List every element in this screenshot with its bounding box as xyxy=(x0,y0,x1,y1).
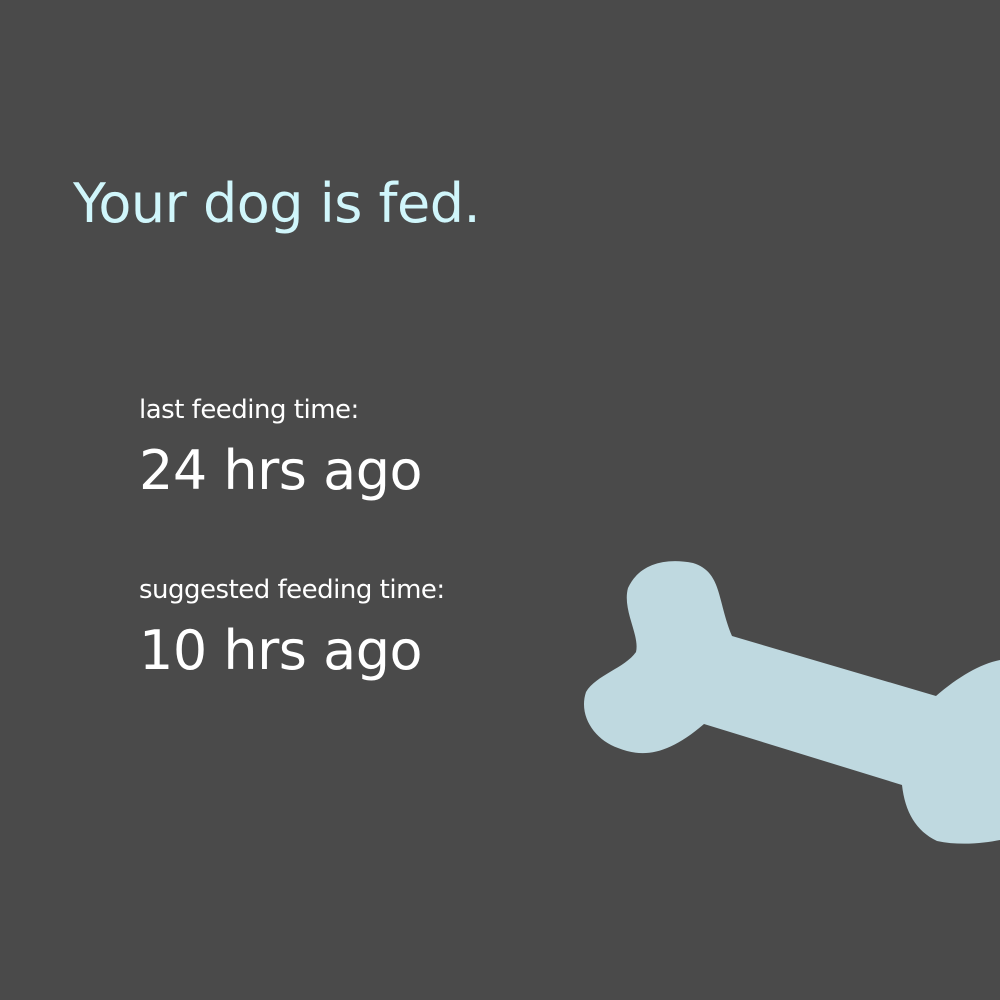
suggested-feeding-label: suggested feeding time: xyxy=(139,575,445,605)
last-feeding-label: last feeding time: xyxy=(139,395,359,425)
bone-icon xyxy=(583,561,1000,844)
last-feeding-value: 24 hrs ago xyxy=(139,439,423,502)
bone-shape xyxy=(583,561,1000,844)
suggested-feeding-value: 10 hrs ago xyxy=(139,619,423,682)
status-title: Your dog is fed. xyxy=(73,172,481,235)
